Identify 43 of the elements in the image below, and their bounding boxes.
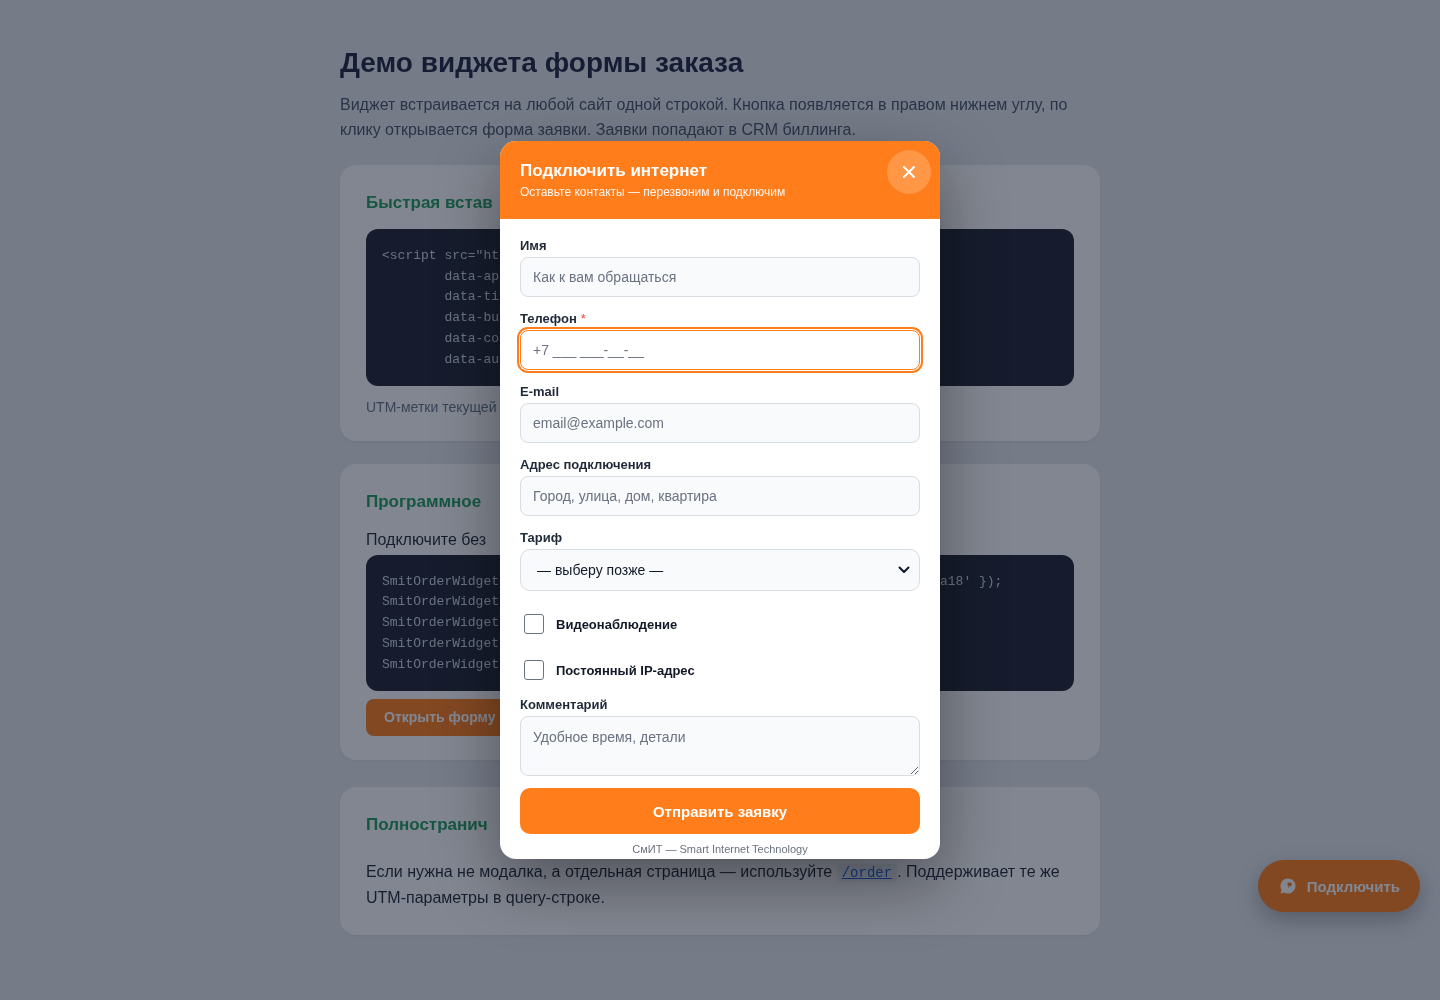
comment-textarea[interactable]: Удобное время, детали — [520, 716, 920, 776]
code-text: <script src="ht — [382, 247, 500, 263]
card-note: UTM-метки текущей — [366, 397, 497, 417]
checkbox[interactable] — [524, 614, 544, 634]
field-label: Имя — [520, 237, 547, 253]
checkbox-label: Видеонаблюдение — [556, 616, 678, 632]
submit-button[interactable]: Отправить заявку — [520, 788, 920, 834]
select-field[interactable]: — выберу позже — — [520, 549, 920, 591]
code-text: data-au — [443, 351, 500, 367]
code-text: data-ti — [443, 289, 500, 305]
field-label: E-mail — [520, 383, 559, 399]
code-text: data-co — [443, 331, 500, 347]
chat-bubble-icon — [1279, 878, 1296, 894]
field-label: Телефон — [520, 310, 577, 326]
field-label: Адрес подключения — [520, 456, 652, 472]
field-label: Тариф — [520, 529, 563, 545]
order-link[interactable]: /order — [836, 863, 898, 882]
chevron-down-icon — [898, 566, 910, 574]
page-title: Демо виджета формы заказа — [340, 46, 744, 80]
connect-button[interactable]: Подключить — [1257, 860, 1420, 912]
required-mark: * — [580, 310, 586, 326]
card-text: Подключите без — [366, 529, 487, 550]
modal-footer-text: СмИТ — Smart Internet Technology — [632, 842, 808, 856]
checkbox[interactable] — [524, 660, 544, 680]
field-label: Комментарий — [520, 696, 608, 712]
code-text: data-ap — [443, 268, 500, 284]
code-text: SmitOrderWidget — [382, 594, 500, 610]
code-text: SmitOrderWidget — [382, 656, 500, 672]
code-text: SmitOrderWidget — [382, 615, 500, 631]
modal-title: Подключить интернет — [520, 160, 708, 182]
code-text: a18' }); — [940, 573, 1003, 589]
code-text: SmitOrderWidget — [382, 636, 500, 652]
card-title: Быстрая встав — [366, 192, 493, 214]
card-title: Полностранич — [366, 813, 488, 836]
card-text: Если нужна не модалка, а отдельная страница — используйте /order . Поддерживает те же UTM-параметры в query-строке. — [366, 861, 1061, 908]
code-text: SmitOrderWidget — [382, 573, 500, 589]
modal-subtitle: Оставьте контакты — перезвоним и подключим — [520, 184, 786, 200]
text-input[interactable]: +7 ___ ___-__-__ — [520, 330, 920, 370]
page-intro: Виджет встраивается на любой сайт одной строкой. Кнопка появляется в правом нижнем углу, по клику открывается форма заявки. Заявки попадают в CRM биллинга. — [340, 95, 1069, 140]
checkbox-label: Постоянный IP-адрес — [556, 662, 695, 678]
card-title: Программное — [366, 490, 482, 513]
close-icon — [903, 166, 915, 178]
code-text: data-bu — [443, 310, 500, 326]
